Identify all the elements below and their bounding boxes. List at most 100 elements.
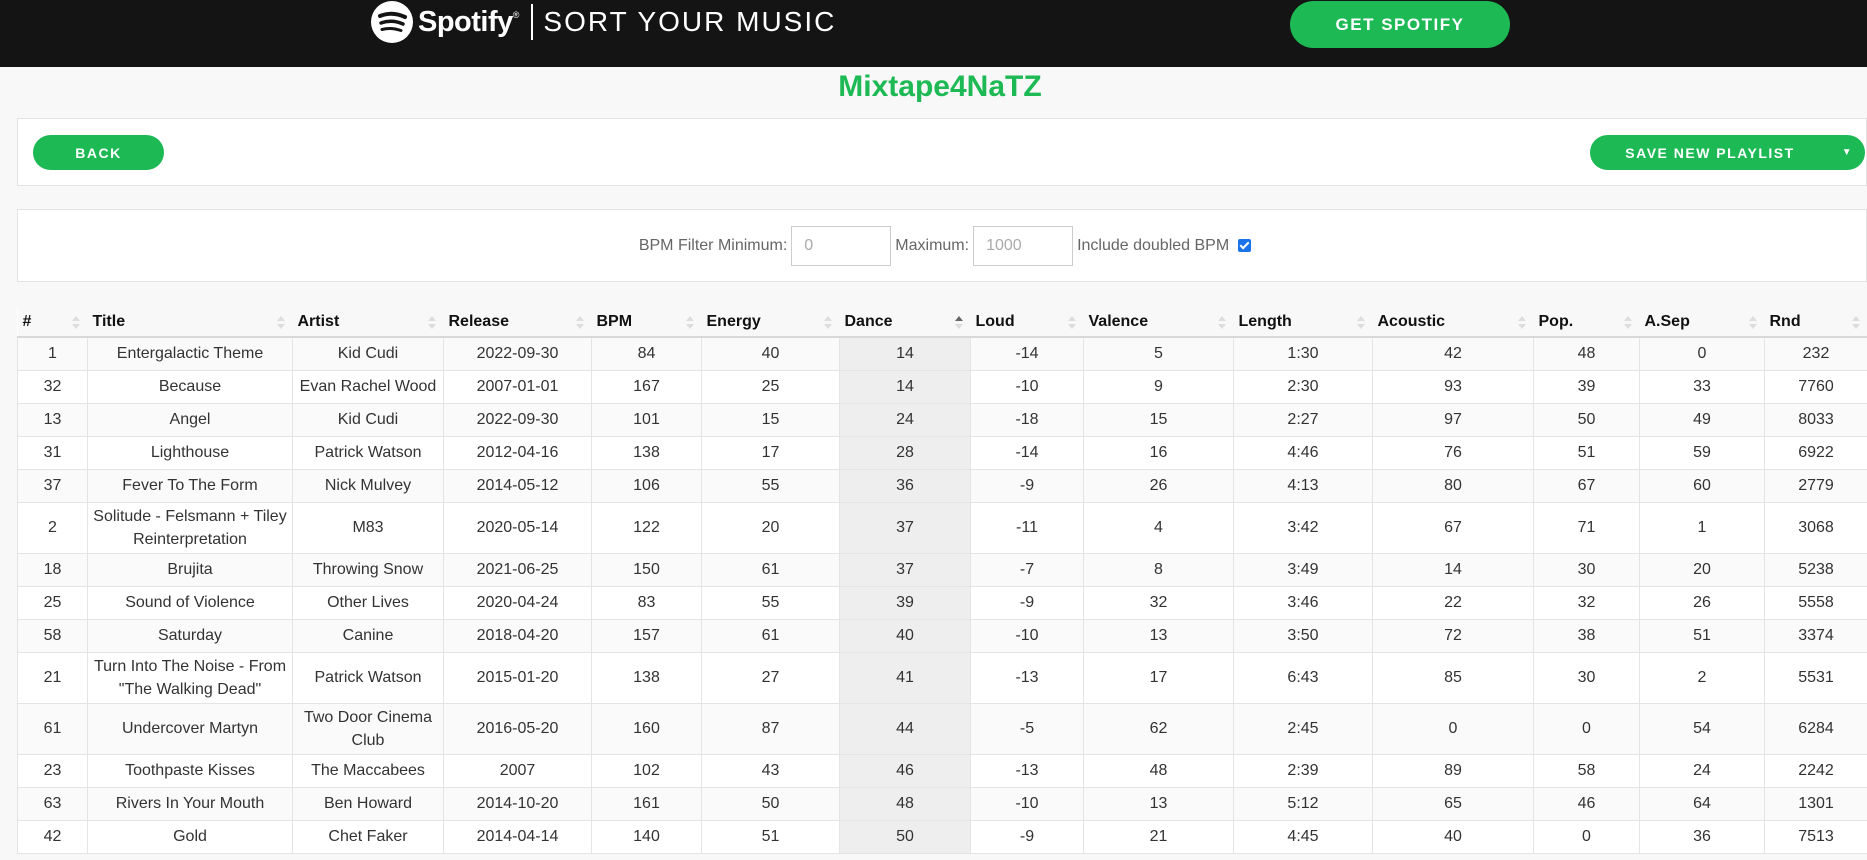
table-cell: 15	[1083, 402, 1234, 437]
table-row[interactable]: 13 Angel Kid Cudi 2022-09-30 101 15 24 -18 15 2:2…	[17, 402, 1867, 437]
column-header-label: Energy	[706, 312, 761, 330]
table-cell: 42	[1372, 336, 1534, 371]
table-row[interactable]: 37 Fever To The Form Nick Mulvey 2014-05-12…	[17, 468, 1867, 503]
column-header-label: Acoustic	[1377, 312, 1446, 330]
table-cell: 21	[17, 651, 88, 704]
table-cell: 16	[1083, 435, 1234, 470]
caret-down-icon[interactable]: ▼	[1830, 135, 1865, 170]
table-row[interactable]: 23 Toothpaste Kisses The Maccabees 2007 102 4…	[17, 753, 1867, 788]
bpm-max-input[interactable]: 1000	[973, 226, 1074, 266]
table-row[interactable]: 32 Because Evan Rachel Wood 2007-01-01 167 25…	[17, 369, 1867, 404]
table-cell: 20	[1639, 552, 1765, 587]
get-spotify-button[interactable]: GET SPOTIFY	[1290, 1, 1510, 48]
table-cell: 138	[591, 651, 702, 704]
column-header-release[interactable]: Release	[443, 307, 592, 338]
table-cell: -11	[970, 501, 1084, 554]
table-cell: 25	[701, 369, 840, 404]
table-row[interactable]: 1 Entergalactic Theme Kid Cudi 2022-09-30 84…	[17, 336, 1867, 371]
table-cell: 37	[839, 501, 971, 554]
column-header-length[interactable]: Length	[1233, 307, 1373, 338]
table-cell: -5	[970, 702, 1084, 755]
column-header-label: BPM	[596, 312, 633, 330]
table-cell: 2016-05-20	[443, 702, 592, 755]
table-cell: 2	[17, 501, 88, 554]
column-header-title[interactable]: Title	[87, 307, 293, 338]
sort-icon	[575, 316, 584, 330]
column-header-loud[interactable]: Loud	[970, 307, 1084, 338]
table-row[interactable]: 18 Brujita Throwing Snow 2021-06-25 150 61 37-…	[17, 552, 1867, 587]
table-cell: 44	[839, 702, 971, 755]
table-row[interactable]: 61 Undercover Martyn Two Door Cinema Club 2…	[17, 702, 1867, 755]
column-header-rnd[interactable]: Rnd	[1764, 307, 1867, 338]
save-new-playlist-button[interactable]: SAVE NEW PLAYLIST	[1590, 135, 1830, 170]
brand-divider	[531, 4, 534, 40]
sort-icon	[685, 316, 694, 330]
table-cell: Angel	[87, 402, 293, 437]
table-cell: 102	[591, 753, 702, 788]
column-header-label: Artist	[297, 312, 340, 330]
back-button[interactable]: BACK	[33, 135, 164, 170]
table-cell: 24	[839, 402, 971, 437]
column-header-label: Length	[1238, 312, 1292, 330]
bpm-filter-panel: BPM Filter Minimum: 0 Maximum: 1000 Incl…	[17, 209, 1867, 282]
table-cell: Patrick Watson	[292, 435, 444, 470]
table-cell: 51	[1533, 435, 1640, 470]
column-header-pop[interactable]: Pop.	[1533, 307, 1640, 338]
table-cell: 5:12	[1233, 786, 1373, 821]
table-cell: Sound of Violence	[87, 585, 293, 620]
column-header-dance[interactable]: Dance	[839, 307, 971, 338]
table-cell: 25	[17, 585, 88, 620]
table-cell: 54	[1639, 702, 1765, 755]
table-cell: 40	[839, 618, 971, 653]
table-cell: Fever To The Form	[87, 468, 293, 503]
table-cell: 101	[591, 402, 702, 437]
column-header-valence[interactable]: Valence	[1083, 307, 1234, 338]
table-cell: 60	[1639, 468, 1765, 503]
table-cell: 0	[1639, 336, 1765, 371]
column-header-artist[interactable]: Artist	[292, 307, 444, 338]
table-cell: 64	[1639, 786, 1765, 821]
table-cell: 67	[1533, 468, 1640, 503]
table-cell: 61	[701, 552, 840, 587]
column-header-asep[interactable]: A.Sep	[1639, 307, 1765, 338]
table-cell: 2007-01-01	[443, 369, 592, 404]
table-cell: 160	[591, 702, 702, 755]
playlist-title: Mixtape4NaTZ	[838, 70, 1042, 103]
table-cell: -7	[970, 552, 1084, 587]
table-row[interactable]: 58 Saturday Canine 2018-04-20 157 61 40 -10 13 3:…	[17, 618, 1867, 653]
table-cell: -14	[970, 435, 1084, 470]
table-row[interactable]: 2 Solitude - Felsmann + Tiley Reinterpret…	[17, 501, 1867, 554]
column-header-bpm[interactable]: BPM	[591, 307, 702, 338]
table-cell: 32	[1083, 585, 1234, 620]
bpm-min-input[interactable]: 0	[791, 226, 892, 266]
table-row[interactable]: 42 Gold Chet Faker 2014-04-14 140 51 50 -9 21 4:4…	[17, 819, 1867, 854]
table-cell: Patrick Watson	[292, 651, 444, 704]
table-cell: 2014-05-12	[443, 468, 592, 503]
table-cell: 55	[701, 468, 840, 503]
sort-icon	[1623, 316, 1632, 330]
table-cell: 3374	[1764, 618, 1867, 653]
column-header-acoustic[interactable]: Acoustic	[1372, 307, 1534, 338]
column-header-label: Release	[448, 312, 510, 330]
table-cell: 17	[701, 435, 840, 470]
table-cell: 4	[1083, 501, 1234, 554]
table-cell: Other Lives	[292, 585, 444, 620]
table-cell: 87	[701, 702, 840, 755]
column-header-number[interactable]: #	[17, 307, 88, 338]
table-cell: Saturday	[87, 618, 293, 653]
bpm-filter-row: BPM Filter Minimum: 0 Maximum: 1000 Incl…	[18, 226, 1867, 266]
table-cell: 21	[1083, 819, 1234, 854]
brand[interactable]: Spotify ® SORT YOUR MUSIC	[371, 0, 836, 44]
table-cell: 3:50	[1233, 618, 1373, 653]
table-row[interactable]: 21 Turn Into The Noise - From "The Walkin…	[17, 651, 1867, 704]
table-cell: 61	[17, 702, 88, 755]
doubled-bpm-label: Include doubled BPM	[1077, 237, 1230, 254]
table-cell: 106	[591, 468, 702, 503]
table-row[interactable]: 31 Lighthouse Patrick Watson 2012-04-16 138 1…	[17, 435, 1867, 470]
table-row[interactable]: 63 Rivers In Your Mouth Ben Howard 2014-10-…	[17, 786, 1867, 821]
table-row[interactable]: 25 Sound of Violence Other Lives 2020-04-24…	[17, 585, 1867, 620]
doubled-bpm-checkbox[interactable]	[1238, 238, 1252, 252]
trademark-symbol: ®	[512, 10, 520, 20]
column-header-energy[interactable]: Energy	[701, 307, 840, 338]
table-cell: 65	[1372, 786, 1534, 821]
